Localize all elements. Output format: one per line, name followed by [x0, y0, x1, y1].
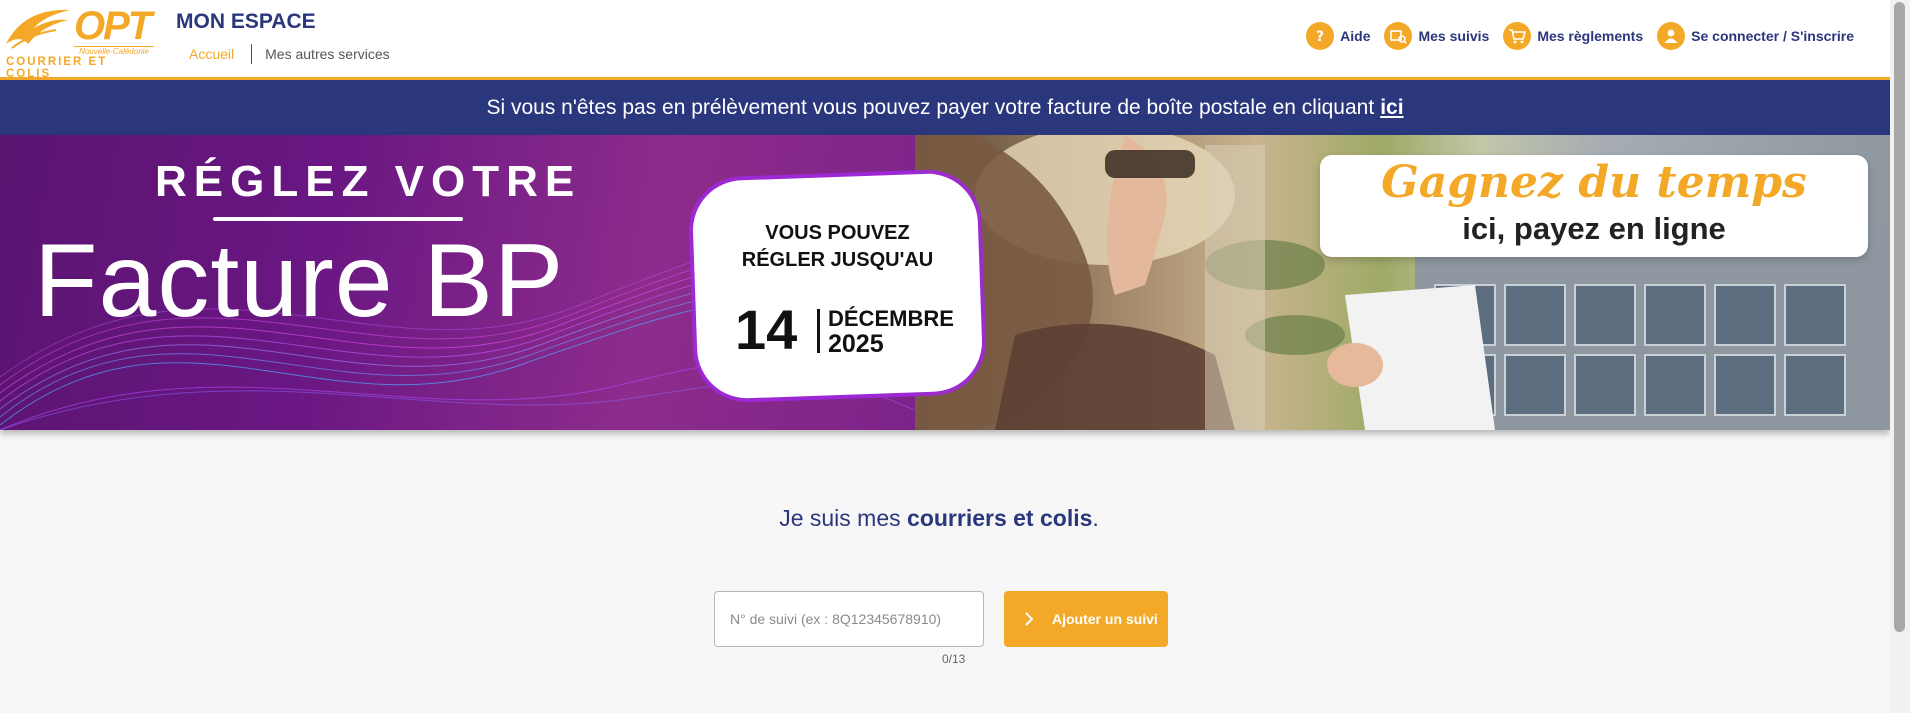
- headline-bold: courriers et colis: [907, 505, 1093, 531]
- logo-text: OPT: [74, 4, 152, 48]
- tracking-icon: [1384, 22, 1413, 50]
- login-signup-label: Se connecter / S'inscrire: [1691, 28, 1854, 44]
- nav-link-accueil[interactable]: Accueil: [189, 46, 234, 62]
- deadline-card: VOUS POUVEZ RÉGLER JUSQU'AU 14 DÉCEMBRE …: [691, 172, 984, 400]
- banner-text: Si vous n'êtes pas en prélèvement vous p…: [486, 95, 1375, 119]
- login-signup-button[interactable]: Se connecter / S'inscrire: [1657, 22, 1854, 50]
- my-trackings-label: Mes suivis: [1418, 28, 1490, 44]
- page-title: MON ESPACE: [176, 10, 316, 33]
- add-tracking-label: Ajouter un suivi: [1052, 611, 1158, 627]
- scrollbar-thumb[interactable]: [1894, 2, 1905, 632]
- deadline-day: 14: [735, 298, 798, 361]
- character-counter: 0/13: [942, 652, 966, 666]
- hero-title-main: Facture BP: [34, 223, 565, 339]
- deadline-line1: VOUS POUVEZ: [765, 222, 910, 244]
- tracking-number-input[interactable]: [714, 591, 984, 647]
- deadline-line2: RÉGLER JUSQU'AU: [741, 249, 934, 271]
- promo-title: Gagnez du temps: [1381, 157, 1807, 208]
- nav-link-autres-services[interactable]: Mes autres services: [265, 46, 389, 62]
- headline-suffix: .: [1092, 505, 1099, 531]
- chevron-right-icon: [1024, 612, 1034, 626]
- hero-title-top: RÉGLEZ VOTRE: [155, 157, 582, 206]
- promo-subtitle: ici, payez en ligne: [1462, 211, 1726, 246]
- logo-tagline: COURRIER ET COLIS: [6, 56, 108, 80]
- site-header: OPT Nouvelle-Calédonie COURRIER ET COLIS…: [0, 0, 1890, 80]
- hero-banner[interactable]: RÉGLEZ VOTRE Facture BP VOUS POUVEZ RÉGL…: [0, 135, 1890, 430]
- cart-icon: [1503, 22, 1532, 50]
- deadline-month: DÉCEMBRE: [828, 306, 954, 331]
- help-label: Aide: [1340, 28, 1371, 44]
- headline-prefix: Je suis mes: [779, 505, 908, 531]
- user-icon: [1657, 22, 1686, 50]
- opt-logo[interactable]: OPT Nouvelle-Calédonie COURRIER ET COLIS: [4, 4, 154, 80]
- my-payments-button[interactable]: Mes règlements: [1503, 22, 1643, 50]
- bird-logo-icon: [6, 9, 70, 49]
- tracking-headline: Je suis mes courriers et colis.: [0, 505, 1878, 532]
- header-actions: ? Aide Mes suivis Mes règlements Se conn…: [1292, 22, 1854, 50]
- promo-card: Gagnez du temps ici, payez en ligne: [1320, 155, 1868, 257]
- help-icon: ?: [1306, 22, 1335, 50]
- svg-text:?: ?: [1316, 29, 1324, 44]
- logo-subtext: Nouvelle-Calédonie: [74, 46, 154, 56]
- my-trackings-button[interactable]: Mes suivis: [1384, 22, 1489, 50]
- deadline-divider: [817, 309, 820, 353]
- nav-divider: [251, 44, 253, 64]
- page-scrollbar[interactable]: [1890, 0, 1910, 713]
- my-payments-label: Mes règlements: [1537, 28, 1644, 44]
- deadline-year: 2025: [828, 330, 884, 358]
- main-nav: Accueil Mes autres services: [189, 44, 390, 64]
- add-tracking-button[interactable]: Ajouter un suivi: [1004, 591, 1168, 647]
- help-button[interactable]: ? Aide: [1306, 22, 1370, 50]
- payment-info-banner: Si vous n'êtes pas en prélèvement vous p…: [0, 80, 1890, 135]
- pay-here-link[interactable]: ici: [1380, 96, 1403, 120]
